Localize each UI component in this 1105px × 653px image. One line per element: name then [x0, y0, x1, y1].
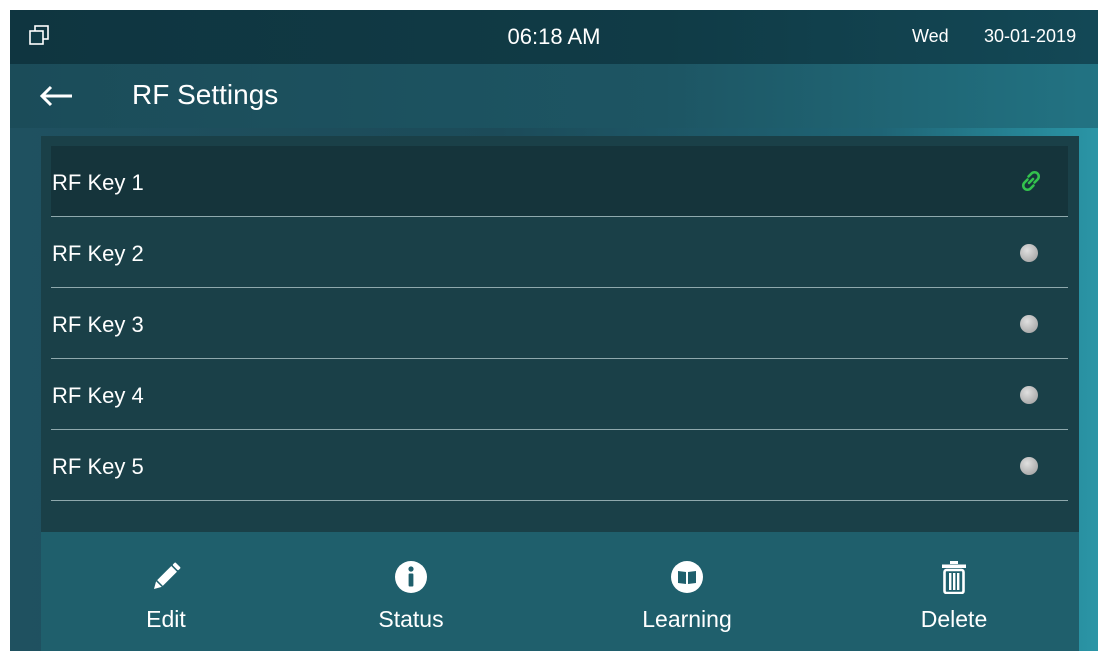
learning-label: Learning: [642, 606, 732, 632]
info-icon: [395, 561, 427, 593]
status-dot-icon: [1020, 244, 1038, 262]
status-dot-icon: [1020, 386, 1038, 404]
edit-button[interactable]: Edit: [101, 532, 231, 651]
page-title: RF Settings: [132, 79, 279, 110]
title-bar: RF Settings: [10, 64, 1098, 128]
status-button[interactable]: Status: [346, 532, 476, 651]
bottom-toolbar: Edit Status Learning Delete: [41, 532, 1079, 651]
pencil-icon: [153, 562, 181, 590]
rf-key-label: RF Key 1: [52, 170, 144, 195]
status-day: Wed: [912, 26, 949, 46]
delete-button[interactable]: Delete: [889, 532, 1019, 651]
learning-button[interactable]: Learning: [617, 532, 757, 651]
status-dot-icon: [1020, 457, 1038, 475]
rf-key-row-5[interactable]: RF Key 5: [51, 430, 1068, 501]
status-bar: 06:18 AM Wed 30-01-2019: [10, 10, 1098, 64]
edit-label: Edit: [146, 606, 186, 632]
book-icon: [671, 561, 703, 593]
rf-key-label: RF Key 3: [52, 312, 144, 337]
rf-key-label: RF Key 2: [52, 241, 144, 266]
rf-key-label: RF Key 5: [52, 454, 144, 479]
trash-icon: [942, 561, 966, 594]
delete-label: Delete: [920, 606, 988, 632]
screen: 06:18 AM Wed 30-01-2019 RF Settings RF K…: [10, 10, 1098, 651]
status-dot-icon: [1020, 315, 1038, 333]
rf-key-row-1[interactable]: RF Key 1: [51, 146, 1068, 217]
status-label: Status: [378, 606, 444, 632]
rf-key-row-4[interactable]: RF Key 4: [51, 359, 1068, 430]
link-icon: [1021, 170, 1041, 192]
rf-key-label: RF Key 4: [52, 383, 144, 408]
rf-key-row-2[interactable]: RF Key 2: [51, 217, 1068, 288]
status-date: 30-01-2019: [984, 26, 1077, 46]
rf-key-list: RF Key 1 RF Key 2 RF Key 3 RF Key 4 RF K…: [41, 136, 1079, 532]
back-arrow-icon[interactable]: [36, 80, 76, 112]
rf-key-row-3[interactable]: RF Key 3: [51, 288, 1068, 359]
